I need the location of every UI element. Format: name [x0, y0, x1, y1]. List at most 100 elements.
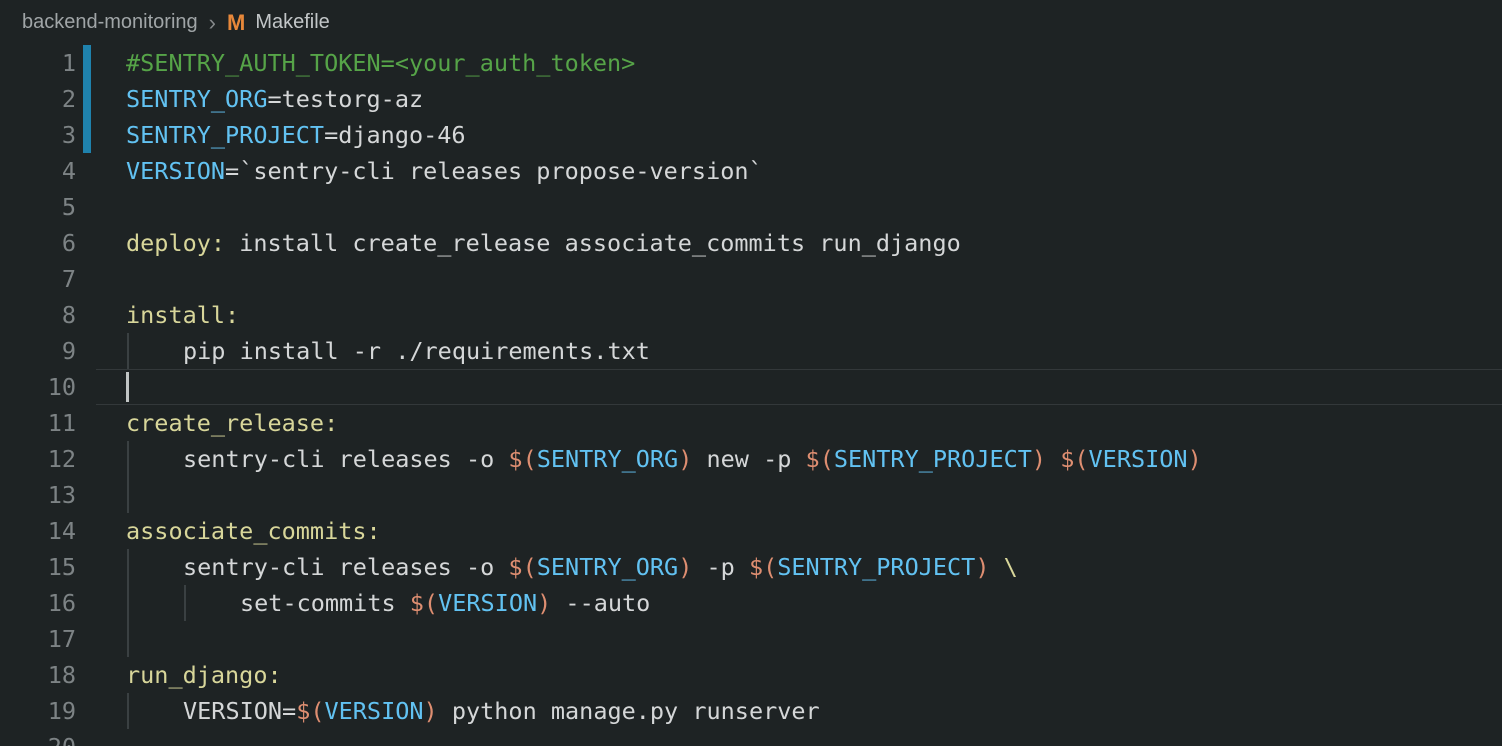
code-line-content[interactable]: sentry-cli releases -o $(SENTRY_ORG) -p … — [96, 549, 1502, 585]
code-line[interactable]: 7 — [0, 261, 1502, 297]
code-line-content[interactable]: deploy: install create_release associate… — [96, 225, 1502, 261]
code-line[interactable]: 12sentry-cli releases -o $(SENTRY_ORG) n… — [0, 441, 1502, 477]
code-line[interactable]: 15sentry-cli releases -o $(SENTRY_ORG) -… — [0, 549, 1502, 585]
breadcrumb: backend-monitoring › M Makefile — [0, 0, 1502, 45]
code-token: ) — [537, 589, 551, 617]
code-token: VERSION — [1089, 445, 1188, 473]
code-token: $( — [806, 445, 834, 473]
line-number[interactable]: 11 — [0, 405, 96, 441]
code-token: set-commits — [240, 589, 410, 617]
code-line-content[interactable]: VERSION=$(VERSION) python manage.py runs… — [96, 693, 1502, 729]
code-token: VERSION — [324, 697, 423, 725]
code-line-content[interactable] — [96, 261, 1502, 297]
code-token: create_release: — [126, 409, 338, 437]
line-number[interactable]: 13 — [0, 477, 96, 513]
code-line[interactable]: 1 #SENTRY_AUTH_TOKEN=<your_auth_token> — [0, 45, 1502, 81]
line-number[interactable]: 9 — [0, 333, 96, 369]
code-line[interactable]: 13 — [0, 477, 1502, 513]
code-token: deploy: — [126, 229, 225, 257]
code-token: \ — [1004, 553, 1018, 581]
code-line-content[interactable] — [96, 369, 1502, 405]
code-line[interactable]: 16set-commits $(VERSION) --auto — [0, 585, 1502, 621]
code-line-content[interactable]: #SENTRY_AUTH_TOKEN=<your_auth_token> — [96, 45, 1502, 81]
line-number[interactable]: 18 — [0, 657, 96, 693]
code-line-content[interactable]: VERSION=`sentry-cli releases propose-ver… — [96, 153, 1502, 189]
code-line-content[interactable] — [96, 621, 1502, 657]
line-number[interactable]: 20 — [0, 729, 96, 746]
code-line-content[interactable] — [96, 477, 1502, 513]
code-token: sentry-cli releases -o — [183, 553, 508, 581]
code-line-content[interactable]: associate_commits: — [96, 513, 1502, 549]
code-token: -p — [692, 553, 749, 581]
code-line-content[interactable]: create_release: — [96, 405, 1502, 441]
line-number[interactable]: 10 — [0, 369, 96, 405]
indent-guide — [184, 585, 186, 621]
line-number[interactable]: 6 — [0, 225, 96, 261]
code-line-content[interactable]: sentry-cli releases -o $(SENTRY_ORG) new… — [96, 441, 1502, 477]
code-line[interactable]: 19VERSION=$(VERSION) python manage.py ru… — [0, 693, 1502, 729]
line-number[interactable]: 4 — [0, 153, 96, 189]
line-number[interactable]: 12 — [0, 441, 96, 477]
code-line[interactable]: 6deploy: install create_release associat… — [0, 225, 1502, 261]
line-number[interactable]: 19 — [0, 693, 96, 729]
code-line[interactable]: 3SENTRY_PROJECT=django-46 — [0, 117, 1502, 153]
code-token: $( — [1060, 445, 1088, 473]
code-line[interactable]: 20 — [0, 729, 1502, 746]
line-number[interactable]: 14 — [0, 513, 96, 549]
code-token: SENTRY_PROJECT — [777, 553, 975, 581]
code-token: VERSION — [126, 157, 225, 185]
code-line[interactable]: 17 — [0, 621, 1502, 657]
code-line-content[interactable]: SENTRY_ORG=testorg-az — [96, 81, 1502, 117]
makefile-icon: M — [227, 10, 245, 36]
indent-guide — [127, 621, 129, 657]
code-token: =django-46 — [324, 121, 465, 149]
code-token: python manage.py runserver — [438, 697, 820, 725]
code-line-content[interactable] — [96, 189, 1502, 225]
line-number[interactable]: 1 — [0, 45, 96, 81]
code-line[interactable]: 10 — [0, 369, 1502, 405]
code-token: $( — [508, 445, 536, 473]
chevron-right-icon: › — [209, 10, 216, 36]
code-token: ) — [678, 445, 692, 473]
line-number[interactable]: 7 — [0, 261, 96, 297]
code-token: =testorg-az — [267, 85, 423, 113]
line-number[interactable]: 2 — [0, 81, 96, 117]
line-number[interactable]: 15 — [0, 549, 96, 585]
code-line[interactable]: 9pip install -r ./requirements.txt — [0, 333, 1502, 369]
git-modified-indicator[interactable] — [83, 45, 91, 153]
indent-guide — [127, 477, 129, 513]
code-token: install: — [126, 301, 239, 329]
code-token: ) — [975, 553, 989, 581]
indent-guide — [127, 549, 129, 585]
code-token: SENTRY_PROJECT — [834, 445, 1032, 473]
breadcrumb-file[interactable]: Makefile — [255, 11, 329, 34]
indent-guide — [127, 441, 129, 477]
indent-guide — [127, 693, 129, 729]
code-line-content[interactable]: install: — [96, 297, 1502, 333]
code-editor[interactable]: 1#SENTRY_AUTH_TOKEN=<your_auth_token>2SE… — [0, 45, 1502, 746]
code-line-content[interactable]: pip install -r ./requirements.txt — [96, 333, 1502, 369]
code-token: SENTRY_ORG — [537, 445, 678, 473]
line-number[interactable]: 16 — [0, 585, 96, 621]
code-line-content[interactable]: set-commits $(VERSION) --auto — [96, 585, 1502, 621]
code-token: SENTRY_PROJECT — [126, 121, 324, 149]
line-number[interactable]: 5 — [0, 189, 96, 225]
line-number[interactable]: 8 — [0, 297, 96, 333]
code-line[interactable]: 18run_django: — [0, 657, 1502, 693]
breadcrumb-folder[interactable]: backend-monitoring — [22, 11, 198, 34]
code-token: #SENTRY_AUTH_TOKEN=<your_auth_token> — [126, 49, 635, 77]
code-line[interactable]: 14associate_commits: — [0, 513, 1502, 549]
code-line-content[interactable]: run_django: — [96, 657, 1502, 693]
code-line-content[interactable]: SENTRY_PROJECT=django-46 — [96, 117, 1502, 153]
code-line[interactable]: 5 — [0, 189, 1502, 225]
code-token: --auto — [551, 589, 650, 617]
code-line[interactable]: 11 create_release: — [0, 405, 1502, 441]
code-lines: 1#SENTRY_AUTH_TOKEN=<your_auth_token>2SE… — [0, 45, 1502, 746]
code-line[interactable]: 8 install: — [0, 297, 1502, 333]
code-line[interactable]: 2SENTRY_ORG=testorg-az — [0, 81, 1502, 117]
text-cursor — [126, 372, 129, 402]
line-number[interactable]: 3 — [0, 117, 96, 153]
line-number[interactable]: 17 — [0, 621, 96, 657]
code-line[interactable]: 4VERSION=`sentry-cli releases propose-ve… — [0, 153, 1502, 189]
code-line-content[interactable] — [96, 729, 1502, 746]
